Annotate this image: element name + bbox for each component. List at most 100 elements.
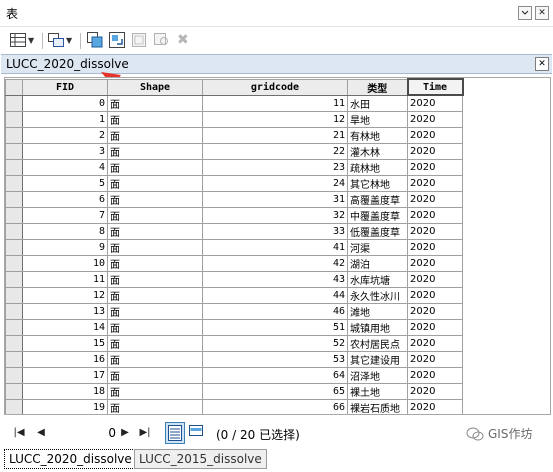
select-by-attributes-button[interactable]: [87, 31, 103, 49]
row-selector[interactable]: [5, 302, 23, 320]
cell-gridcode[interactable]: 43: [202, 270, 348, 288]
current-record-input[interactable]: 0: [54, 424, 116, 442]
cell-type[interactable]: 水田: [347, 94, 408, 112]
cell-time[interactable]: 2020: [407, 286, 463, 304]
cell-type[interactable]: 湖泊: [347, 254, 408, 272]
cell-gridcode[interactable]: 42: [202, 254, 348, 272]
tab-lucc-2020[interactable]: LUCC_2020_dissolve: [4, 449, 137, 469]
row-selector[interactable]: [5, 142, 23, 160]
row-selector[interactable]: [5, 286, 23, 304]
cell-shape[interactable]: 面: [107, 142, 203, 160]
cell-type[interactable]: 城镇用地: [347, 318, 408, 336]
cell-fid[interactable]: 15: [22, 334, 108, 352]
cell-shape[interactable]: 面: [107, 126, 203, 144]
row-selector[interactable]: [5, 382, 23, 400]
table-row[interactable]: 16 面 53 其它建设用 2020: [5, 350, 463, 368]
cell-shape[interactable]: 面: [107, 270, 203, 288]
column-header-shape[interactable]: Shape: [107, 78, 203, 96]
row-selector[interactable]: [5, 238, 23, 256]
cell-shape[interactable]: 面: [107, 206, 203, 224]
cell-type[interactable]: 旱地: [347, 110, 408, 128]
previous-record-button[interactable]: ◀: [34, 426, 48, 440]
last-record-button[interactable]: ▶|: [138, 426, 152, 440]
switch-selection-button[interactable]: [109, 31, 125, 49]
cell-fid[interactable]: 9: [22, 238, 108, 256]
cell-gridcode[interactable]: 31: [202, 190, 348, 208]
row-selector[interactable]: [5, 270, 23, 288]
cell-time[interactable]: 2020: [407, 94, 463, 112]
cell-fid[interactable]: 17: [22, 366, 108, 384]
column-header-fid[interactable]: FID: [22, 78, 108, 96]
cell-time[interactable]: 2020: [407, 318, 463, 336]
row-selector[interactable]: [5, 318, 23, 336]
window-restore-button[interactable]: [518, 6, 532, 20]
table-row[interactable]: 14 面 51 城镇用地 2020: [5, 318, 463, 336]
row-selector[interactable]: [5, 366, 23, 384]
cell-gridcode[interactable]: 65: [202, 382, 348, 400]
row-selector[interactable]: [5, 398, 23, 414]
cell-gridcode[interactable]: 46: [202, 302, 348, 320]
cell-gridcode[interactable]: 33: [202, 222, 348, 240]
cell-fid[interactable]: 19: [22, 398, 108, 414]
cell-time[interactable]: 2020: [407, 110, 463, 128]
cell-gridcode[interactable]: 64: [202, 366, 348, 384]
cell-shape[interactable]: 面: [107, 158, 203, 176]
cell-fid[interactable]: 7: [22, 206, 108, 224]
cell-time[interactable]: 2020: [407, 174, 463, 192]
cell-type[interactable]: 水库坑塘: [347, 270, 408, 288]
cell-fid[interactable]: 4: [22, 158, 108, 176]
table-row[interactable]: 7 面 32 中覆盖度草 2020: [5, 206, 463, 224]
related-tables-button[interactable]: ▼: [48, 31, 72, 49]
column-header-time[interactable]: Time: [406, 78, 464, 96]
table-row[interactable]: 1 面 12 旱地 2020: [5, 110, 463, 128]
table-row[interactable]: 15 面 52 农村居民点 2020: [5, 334, 463, 352]
cell-gridcode[interactable]: 11: [202, 94, 348, 112]
table-row[interactable]: 8 面 33 低覆盖度草 2020: [5, 222, 463, 240]
row-selector[interactable]: [5, 110, 23, 128]
table-row[interactable]: 17 面 64 沼泽地 2020: [5, 366, 463, 384]
cell-type[interactable]: 沼泽地: [347, 366, 408, 384]
close-table-tab-button[interactable]: ✕: [535, 57, 549, 71]
cell-fid[interactable]: 0: [22, 94, 108, 112]
cell-type[interactable]: 河渠: [347, 238, 408, 256]
delete-selected-button[interactable]: ✖: [177, 31, 189, 49]
cell-time[interactable]: 2020: [407, 350, 463, 368]
cell-gridcode[interactable]: 51: [202, 318, 348, 336]
cell-time[interactable]: 2020: [407, 142, 463, 160]
cell-shape[interactable]: 面: [107, 222, 203, 240]
tab-lucc-2015[interactable]: LUCC_2015_dissolve: [134, 449, 267, 469]
table-row[interactable]: 18 面 65 裸土地 2020: [5, 382, 463, 400]
cell-type[interactable]: 疏林地: [347, 158, 408, 176]
table-row[interactable]: 4 面 23 疏林地 2020: [5, 158, 463, 176]
cell-fid[interactable]: 10: [22, 254, 108, 272]
cell-type[interactable]: 裸岩石质地: [347, 398, 408, 414]
table-row[interactable]: 12 面 44 永久性冰川 2020: [5, 286, 463, 304]
row-selector[interactable]: [5, 158, 23, 176]
cell-time[interactable]: 2020: [407, 302, 463, 320]
show-selected-records-button[interactable]: [187, 422, 205, 442]
cell-shape[interactable]: 面: [107, 94, 203, 112]
cell-time[interactable]: 2020: [407, 126, 463, 144]
cell-type[interactable]: 灌木林: [347, 142, 408, 160]
clear-selection-button[interactable]: [132, 31, 146, 49]
column-header-type[interactable]: 类型: [347, 78, 408, 96]
cell-time[interactable]: 2020: [407, 222, 463, 240]
cell-fid[interactable]: 18: [22, 382, 108, 400]
cell-gridcode[interactable]: 53: [202, 350, 348, 368]
cell-shape[interactable]: 面: [107, 318, 203, 336]
row-selector[interactable]: [5, 126, 23, 144]
cell-shape[interactable]: 面: [107, 286, 203, 304]
cell-type[interactable]: 有林地: [347, 126, 408, 144]
table-row[interactable]: 19 面 66 裸岩石质地 2020: [5, 398, 463, 414]
column-header-gridcode[interactable]: gridcode: [202, 78, 348, 96]
cell-type[interactable]: 高覆盖度草: [347, 190, 408, 208]
cell-shape[interactable]: 面: [107, 254, 203, 272]
table-row[interactable]: 2 面 21 有林地 2020: [5, 126, 463, 144]
cell-type[interactable]: 其它林地: [347, 174, 408, 192]
show-all-records-button[interactable]: [165, 422, 185, 444]
cell-shape[interactable]: 面: [107, 174, 203, 192]
cell-gridcode[interactable]: 52: [202, 334, 348, 352]
cell-shape[interactable]: 面: [107, 110, 203, 128]
cell-type[interactable]: 裸土地: [347, 382, 408, 400]
table-row[interactable]: 11 面 43 水库坑塘 2020: [5, 270, 463, 288]
